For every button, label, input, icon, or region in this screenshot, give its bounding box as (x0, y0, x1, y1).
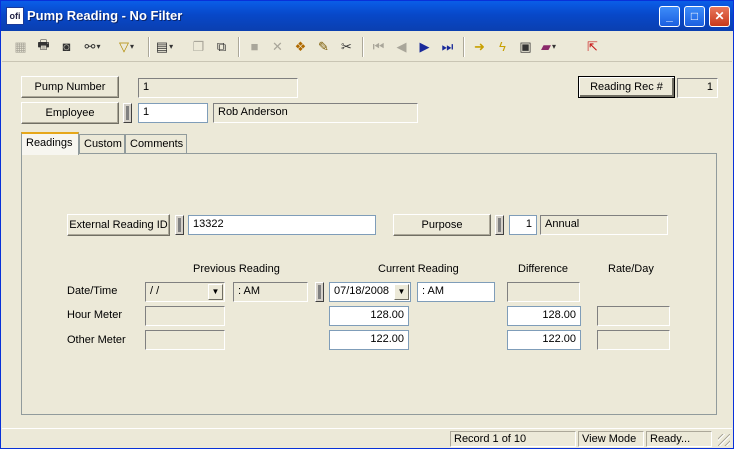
purpose-button[interactable]: Purpose (393, 214, 491, 236)
attach-icon[interactable]: ❖ (290, 36, 311, 57)
app-icon: ofi (6, 7, 24, 25)
pump-number-button[interactable]: Pump Number (21, 76, 119, 98)
first-record-icon[interactable]: ⏮ (368, 36, 389, 57)
chevron-down-icon[interactable]: ▼ (394, 284, 409, 300)
resize-grip-icon[interactable] (718, 434, 730, 446)
datetime-difference-field (507, 282, 580, 302)
copy-record-icon[interactable]: ❐ (188, 36, 209, 57)
new-record-icon[interactable]: ▤ ▾ (154, 36, 175, 57)
row-hour-meter-label: Hour Meter (67, 309, 123, 321)
close-button[interactable]: ✕ (709, 6, 730, 27)
col-current-reading: Current Reading (378, 263, 459, 275)
col-rate-per-day: Rate/Day (608, 263, 654, 275)
maximize-button[interactable]: □ (684, 6, 705, 27)
reading-rec-field: 1 (677, 78, 718, 98)
previous-other-meter-field (145, 330, 225, 350)
row-datetime-label: Date/Time (67, 285, 118, 297)
current-time-input[interactable]: : AM (417, 282, 495, 302)
window-title: Pump Reading - No Filter (27, 8, 183, 23)
minimize-button[interactable]: _ (659, 6, 680, 27)
filter-icon[interactable]: ▽ ▾ (116, 36, 137, 57)
status-mode: View Mode (578, 431, 644, 447)
status-state: Ready... (646, 431, 712, 447)
binoculars-icon[interactable]: ⚯ ▾ (82, 36, 103, 57)
books-icon[interactable]: ▰ ▾ (538, 36, 559, 57)
reading-rec-button[interactable]: Reading Rec # (578, 76, 675, 98)
lookup-handle-icon[interactable] (123, 103, 132, 123)
other-meter-rate-field (597, 330, 670, 350)
employee-id-input[interactable]: 1 (138, 103, 208, 123)
current-date-value: 07/18/2008 (334, 285, 390, 297)
hour-meter-difference-field[interactable]: 128.00 (507, 306, 581, 326)
other-meter-difference-field[interactable]: 122.00 (507, 330, 581, 350)
employee-button[interactable]: Employee (21, 102, 119, 124)
current-other-meter-input[interactable]: 122.00 (329, 330, 409, 350)
previous-date-combo[interactable]: / / ▼ (145, 282, 225, 302)
lookup-handle-icon[interactable] (315, 282, 324, 302)
status-bar: Record 1 of 10 View Mode Ready... (2, 428, 732, 448)
lookup-handle-icon[interactable] (495, 215, 504, 235)
toolbar: ▦ 🖶 ◙ ⚯ ▾ ▽ ▾ ▤ ▾ ❐ ⧉ ■ ✕ ❖ ✎ ✂ ⏮ ◀ ▶ ⏭ ➜ ϟ… (2, 32, 732, 62)
next-record-icon[interactable]: ▶ (414, 36, 435, 57)
previous-hour-meter-field (145, 306, 225, 326)
print-preview-icon[interactable]: ◙ (56, 36, 77, 57)
print-icon[interactable]: 🖶 (33, 36, 54, 57)
title-bar[interactable]: ofi Pump Reading - No Filter _ □ ✕ (1, 1, 733, 31)
tab-custom[interactable]: Custom (79, 134, 125, 154)
previous-date-value: / / (150, 285, 160, 297)
duplicate-icon[interactable]: ⧉ (211, 36, 232, 57)
purpose-name-field: Annual (540, 215, 668, 235)
purpose-code-input[interactable]: 1 (509, 215, 537, 235)
delete-icon[interactable]: ✕ (267, 36, 288, 57)
chevron-down-icon[interactable]: ▼ (208, 284, 223, 300)
report-icon[interactable]: ▣ (515, 36, 536, 57)
save-icon[interactable]: ■ (244, 36, 265, 57)
exit-icon[interactable]: ⇱ (582, 36, 603, 57)
lookup-handle-icon[interactable] (175, 215, 184, 235)
status-record: Record 1 of 10 (450, 431, 576, 447)
col-difference: Difference (518, 263, 568, 275)
row-other-meter-label: Other Meter (67, 334, 126, 346)
last-record-icon[interactable]: ⏭ (437, 36, 458, 57)
hour-meter-rate-field (597, 306, 670, 326)
tab-readings[interactable]: Readings (21, 132, 79, 155)
lightning-icon[interactable]: ϟ (492, 36, 513, 57)
previous-time-field: : AM (233, 282, 308, 302)
employee-name-field: Rob Anderson (213, 103, 418, 123)
tab-comments[interactable]: Comments (125, 134, 187, 154)
current-hour-meter-input[interactable]: 128.00 (329, 306, 409, 326)
pump-number-field: 1 (138, 78, 298, 98)
cut-icon[interactable]: ✂ (336, 36, 357, 57)
edit-icon[interactable]: ✎ (313, 36, 334, 57)
main-window: ofi Pump Reading - No Filter _ □ ✕ ▦ 🖶 ◙… (0, 0, 734, 449)
go-icon[interactable]: ➜ (469, 36, 490, 57)
external-reading-id-input[interactable]: 13322 (188, 215, 376, 235)
current-date-combo[interactable]: 07/18/2008 ▼ (329, 282, 411, 302)
external-reading-id-button[interactable]: External Reading ID (67, 214, 170, 236)
col-previous-reading: Previous Reading (193, 263, 280, 275)
grid-icon[interactable]: ▦ (10, 36, 31, 57)
previous-record-icon[interactable]: ◀ (391, 36, 412, 57)
